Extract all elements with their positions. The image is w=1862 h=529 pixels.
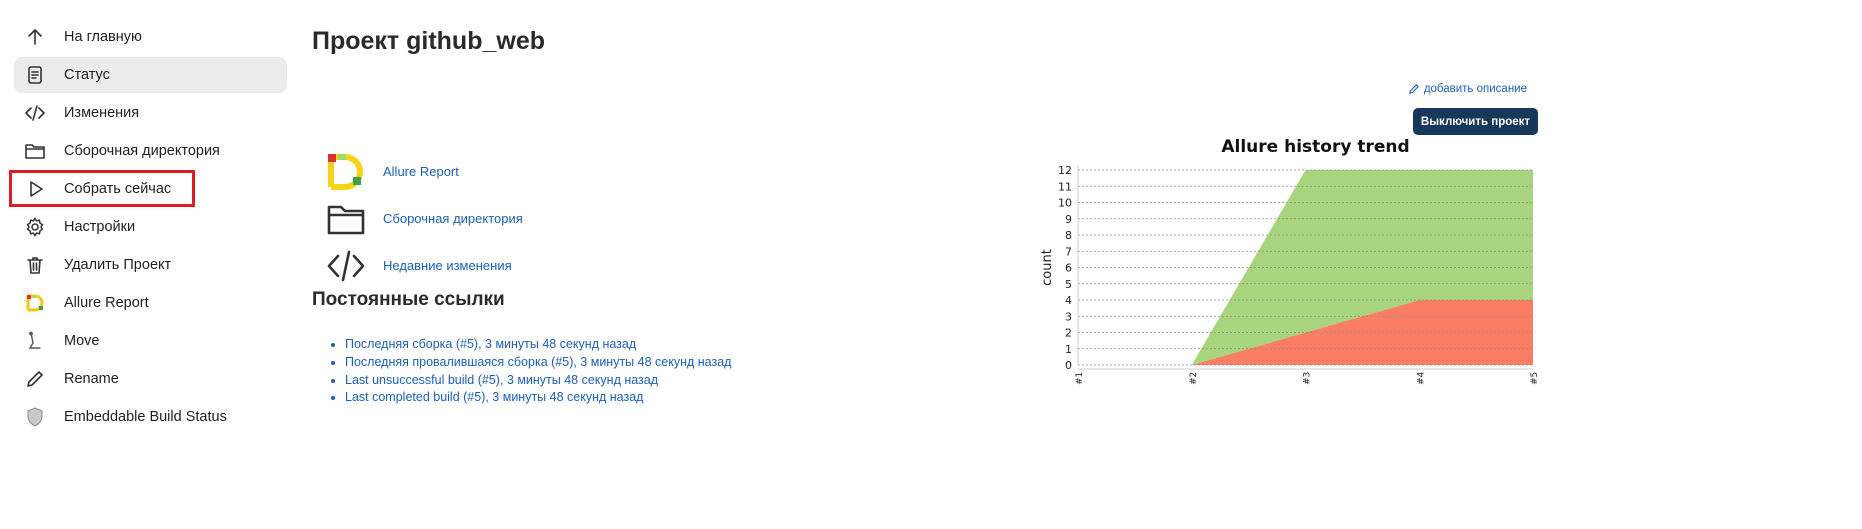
folder-icon [24,140,46,162]
permalink-last-build[interactable]: Последняя сборка (#5), 3 минуты 48 секун… [345,337,636,351]
link-row-workspace: Сборочная директория [324,195,523,242]
workspace-link[interactable]: Сборочная директория [383,211,523,226]
permalinks-title: Постоянные ссылки [312,289,505,310]
sidebar-item-label: Изменения [64,105,140,121]
play-icon [24,178,46,200]
sidebar-item-status[interactable]: Статус [14,57,287,93]
sidebar-item-move[interactable]: Move [14,323,287,359]
link-row-allure: Allure Report [324,148,523,195]
sidebar-item-label: Сборочная директория [64,143,220,159]
sidebar-item-build-now[interactable]: Собрать сейчас [14,171,287,207]
sidebar-item-label: Удалить Проект [64,257,172,273]
y-tick-label: 2 [1065,327,1072,340]
y-tick-label: 12 [1058,164,1072,177]
gear-icon [24,216,46,238]
sidebar-item-settings[interactable]: Настройки [14,209,287,245]
page-title: Проект github_web [312,27,545,55]
sidebar-item-label: Rename [64,371,119,387]
x-tick-label: #1 [1075,372,1085,385]
sidebar-item-label: Move [64,333,100,349]
permalink-last-failed-build[interactable]: Последняя провалившаяся сборка (#5), 3 м… [345,355,731,369]
project-links: Allure Report Сборочная директория Недав… [324,148,523,289]
folder-icon [324,199,368,239]
sidebar-item-home[interactable]: На главную [14,19,287,55]
pencil-icon [24,368,46,390]
y-tick-label: 7 [1065,245,1072,258]
allure-report-link[interactable]: Allure Report [383,164,459,179]
list-item: Last unsuccessful build (#5), 3 минуты 4… [345,372,731,390]
y-tick-label: 6 [1065,262,1072,275]
y-axis-label: count [1040,249,1055,286]
sidebar-item-label: Настройки [64,219,136,235]
disable-project-button[interactable]: Выключить проект [1413,108,1538,135]
link-row-changes: Недавние изменения [324,242,523,289]
y-tick-label: 4 [1065,294,1072,307]
y-tick-label: 11 [1058,180,1072,193]
sidebar-item-allure-report[interactable]: Allure Report [14,285,287,321]
permalinks-list: Последняя сборка (#5), 3 минуты 48 секун… [330,336,731,407]
y-tick-label: 5 [1065,278,1072,291]
sidebar-item-changes[interactable]: Изменения [14,95,287,131]
chart-title: Allure history trend [1221,137,1409,157]
sidebar-item-delete-project[interactable]: Удалить Проект [14,247,287,283]
sidebar-item-label: Собрать сейчас [64,181,172,197]
x-tick-label: #2 [1189,372,1199,385]
code-icon [324,246,368,286]
x-tick-label: #5 [1530,372,1540,385]
arrow-up-icon [24,26,46,48]
sidebar-item-embeddable-build-status[interactable]: Embeddable Build Status [14,399,287,435]
x-tick-label: #4 [1416,371,1426,385]
document-icon [24,64,46,86]
sidebar-item-label: Embeddable Build Status [64,409,227,425]
trash-icon [24,254,46,276]
list-item: Последняя сборка (#5), 3 минуты 48 секун… [345,336,731,354]
add-description-label: добавить описание [1423,83,1527,95]
add-description-link[interactable]: добавить описание [1408,83,1527,95]
allure-history-trend-chart: Allure history trend0123456789101112#1 #2… [1040,137,1540,385]
list-item: Последняя провалившаяся сборка (#5), 3 м… [345,354,731,372]
allure-logo-icon [324,152,368,192]
y-tick-label: 8 [1065,229,1072,242]
sidebar: На главную Статус Изменения Сборочная ди… [14,19,287,437]
y-tick-label: 0 [1065,359,1072,372]
y-tick-label: 9 [1065,213,1072,226]
sidebar-item-label: На главную [64,29,142,45]
allure-logo-icon [24,292,46,314]
permalink-last-unsuccessful-build[interactable]: Last unsuccessful build (#5), 3 минуты 4… [345,373,658,387]
sidebar-item-label: Allure Report [64,295,149,311]
pencil-icon [1409,84,1419,94]
code-icon [24,102,46,124]
y-tick-label: 1 [1065,343,1072,356]
recent-changes-link[interactable]: Недавние изменения [383,258,512,273]
move-icon [24,330,46,352]
shield-icon [24,406,46,428]
list-item: Last completed build (#5), 3 минуты 48 с… [345,389,731,407]
y-tick-label: 3 [1065,310,1072,323]
sidebar-item-label: Статус [64,67,110,83]
sidebar-item-rename[interactable]: Rename [14,361,287,397]
sidebar-item-workspace[interactable]: Сборочная директория [14,133,287,169]
y-tick-label: 10 [1058,197,1072,210]
x-tick-label: #3 [1303,372,1313,385]
permalink-last-completed-build[interactable]: Last completed build (#5), 3 минуты 48 с… [345,390,643,404]
